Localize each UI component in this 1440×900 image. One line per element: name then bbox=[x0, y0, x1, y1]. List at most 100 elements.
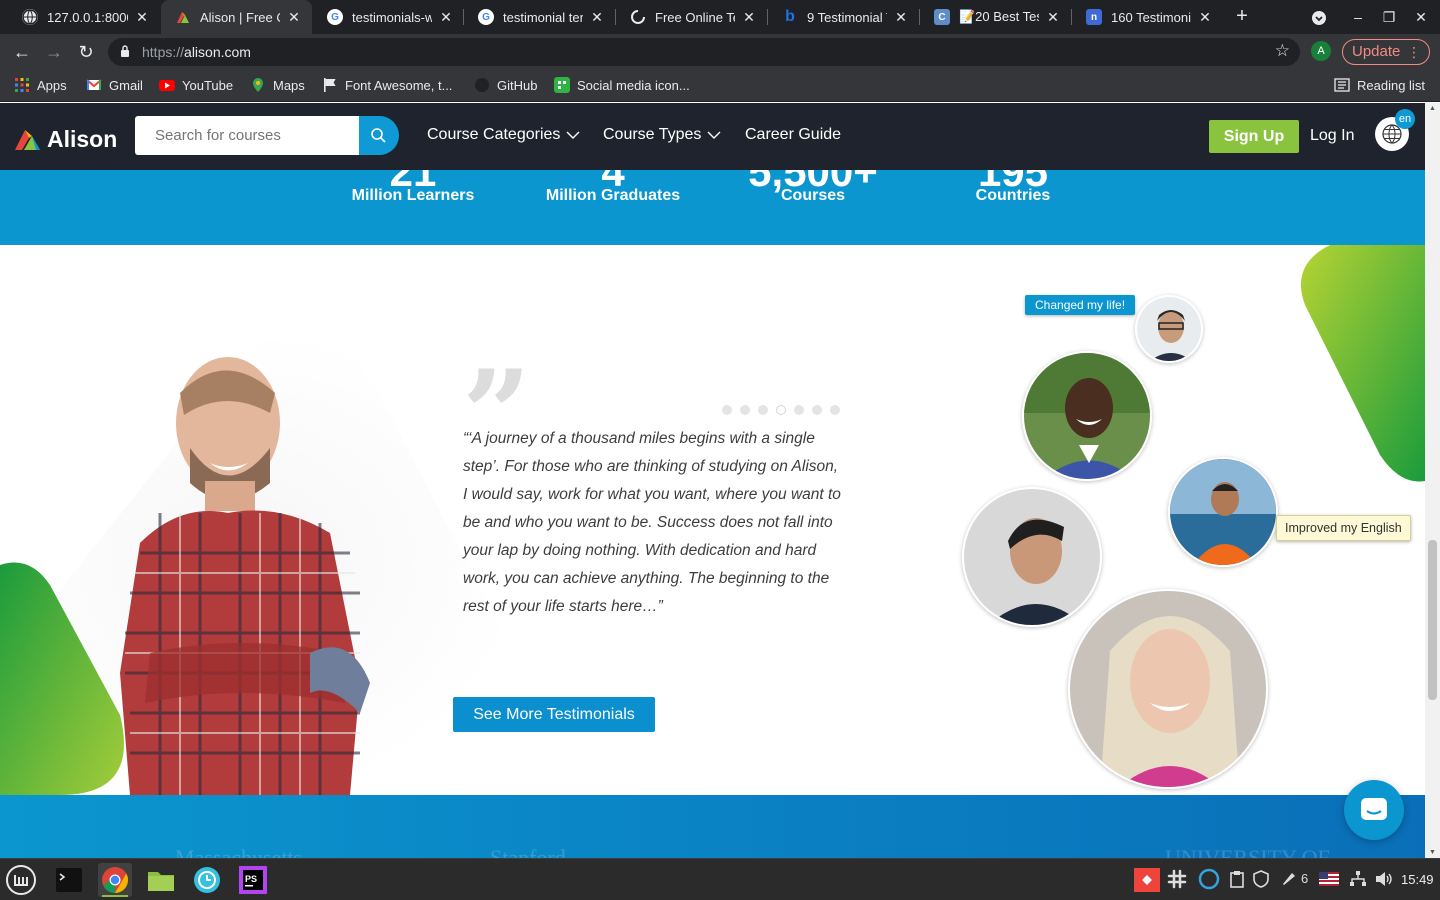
testimonial-avatar[interactable] bbox=[962, 487, 1102, 627]
update-button[interactable]: Update ⋮ bbox=[1342, 39, 1430, 65]
close-tab-icon[interactable]: ✕ bbox=[741, 9, 757, 26]
tab-title: testimonials-w bbox=[352, 9, 432, 25]
forward-icon[interactable]: → bbox=[42, 40, 66, 64]
volume-icon[interactable] bbox=[1374, 870, 1392, 891]
bookmark-gmail[interactable]: Gmail bbox=[86, 77, 143, 93]
chrome-icon[interactable] bbox=[98, 863, 132, 897]
stat-label: Courses bbox=[780, 187, 846, 204]
github-icon bbox=[475, 78, 489, 92]
terminal-icon[interactable] bbox=[52, 863, 86, 897]
nav-course-types[interactable]: Course Types bbox=[603, 126, 721, 144]
close-tab-icon[interactable]: ✕ bbox=[1045, 9, 1061, 26]
slack-icon[interactable] bbox=[1167, 869, 1187, 892]
browser-tab[interactable]: C 📝20 Best Test ✕ bbox=[920, 0, 1071, 34]
files-icon[interactable] bbox=[144, 863, 178, 897]
google-icon: G bbox=[478, 9, 494, 25]
search-icon bbox=[371, 128, 386, 143]
testimonial-avatar[interactable] bbox=[1135, 295, 1203, 363]
bookmark-label: Font Awesome, t... bbox=[345, 77, 453, 93]
language-selector[interactable]: en bbox=[1375, 109, 1415, 151]
carousel-dot-active[interactable] bbox=[776, 405, 786, 415]
reading-list-button[interactable]: Reading list bbox=[1334, 77, 1425, 93]
testimonial-avatar[interactable] bbox=[1168, 457, 1278, 567]
notifications-icon[interactable] bbox=[1280, 870, 1298, 891]
carousel-dot[interactable] bbox=[758, 405, 768, 415]
close-tab-icon[interactable]: ✕ bbox=[438, 9, 454, 26]
search-button[interactable] bbox=[359, 116, 399, 155]
close-window-icon[interactable]: ✕ bbox=[1406, 0, 1436, 34]
close-tab-icon[interactable]: ✕ bbox=[589, 9, 605, 26]
chat-icon bbox=[1361, 798, 1387, 820]
scroll-up-arrow[interactable]: ▲ bbox=[1428, 105, 1437, 112]
lock-icon bbox=[121, 45, 129, 57]
shield-icon[interactable] bbox=[1252, 870, 1270, 891]
bookmark-youtube[interactable]: YouTube bbox=[159, 77, 233, 93]
maps-icon bbox=[253, 78, 263, 92]
social-icon bbox=[554, 77, 570, 93]
phpstorm-icon[interactable]: PS bbox=[236, 863, 270, 897]
bookmark-star-icon[interactable]: ☆ bbox=[1275, 41, 1290, 61]
address-bar[interactable]: https://alison.com ☆ bbox=[108, 38, 1300, 66]
browser-tab[interactable]: Free Online Te ✕ bbox=[616, 0, 767, 34]
chevron-down-icon bbox=[707, 131, 721, 139]
page-scrollbar[interactable]: ▲ ▼ bbox=[1425, 103, 1440, 858]
bookmark-maps[interactable]: Maps bbox=[250, 77, 305, 93]
reload-icon[interactable]: ↻ bbox=[74, 40, 98, 64]
search-input[interactable] bbox=[135, 116, 359, 155]
close-tab-icon[interactable]: ✕ bbox=[893, 9, 909, 26]
site-header: Alison Course Categories Course Types Ca… bbox=[0, 103, 1425, 170]
chat-launcher-button[interactable] bbox=[1344, 780, 1404, 840]
carousel-dot[interactable] bbox=[830, 405, 840, 415]
tab-title: 160 Testimonia bbox=[1111, 9, 1191, 25]
bookmark-apps[interactable]: Apps bbox=[14, 77, 67, 93]
close-tab-icon[interactable]: ✕ bbox=[134, 9, 150, 26]
stat-label: Million Learners bbox=[351, 187, 475, 204]
minimize-icon[interactable]: – bbox=[1343, 0, 1373, 34]
clipboard-icon[interactable] bbox=[1229, 870, 1245, 891]
scrollbar-thumb[interactable] bbox=[1428, 540, 1437, 700]
carousel-dot[interactable] bbox=[812, 405, 822, 415]
restore-icon[interactable]: ❐ bbox=[1374, 0, 1404, 34]
browser-tab[interactable]: G testimonials-w ✕ bbox=[313, 0, 464, 34]
tab-search-icon[interactable] bbox=[1304, 0, 1334, 34]
testimonial-avatar[interactable] bbox=[1068, 589, 1268, 789]
quote-mark-icon: ” bbox=[462, 365, 531, 425]
b-icon: b bbox=[785, 8, 795, 25]
bookmark-label: YouTube bbox=[182, 77, 234, 93]
new-tab-icon[interactable]: + bbox=[1231, 5, 1253, 27]
anydesk-icon[interactable] bbox=[1134, 868, 1160, 895]
carousel-dot[interactable] bbox=[740, 405, 750, 415]
testimonial-avatar[interactable] bbox=[1022, 351, 1152, 481]
bookmark-social-media[interactable]: Social media icon... bbox=[554, 77, 690, 93]
bookmark-font-awesome[interactable]: Font Awesome, t... bbox=[322, 77, 452, 93]
browser-tab[interactable]: n 160 Testimonia ✕ bbox=[1072, 0, 1223, 34]
browser-tab[interactable]: G testimonial ter ✕ bbox=[464, 0, 615, 34]
tab-title: Alison | Free O bbox=[200, 9, 280, 25]
close-tab-icon[interactable]: ✕ bbox=[286, 9, 302, 26]
timeshift-tray-icon[interactable] bbox=[1198, 868, 1220, 893]
back-icon[interactable]: ← bbox=[10, 40, 34, 64]
nav-career-guide[interactable]: Career Guide bbox=[745, 126, 841, 144]
browser-tab[interactable]: b 9 Testimonial T ✕ bbox=[768, 0, 919, 34]
log-in-link[interactable]: Log In bbox=[1310, 127, 1354, 145]
bookmark-github[interactable]: GitHub bbox=[474, 77, 537, 93]
mint-menu-icon[interactable] bbox=[4, 863, 38, 897]
profile-avatar[interactable]: A bbox=[1311, 41, 1331, 61]
scroll-down-arrow[interactable]: ▼ bbox=[1428, 849, 1437, 856]
sign-up-button[interactable]: Sign Up bbox=[1209, 120, 1299, 153]
see-more-testimonials-button[interactable]: See More Testimonials bbox=[453, 697, 655, 732]
globe-icon bbox=[22, 9, 38, 25]
us-flag-icon[interactable] bbox=[1319, 872, 1339, 889]
browser-tab[interactable]: 127.0.0.1:8000 ✕ bbox=[8, 0, 160, 34]
timeshift-icon[interactable] bbox=[190, 863, 224, 897]
alison-logo[interactable]: Alison bbox=[15, 126, 117, 153]
google-icon: G bbox=[327, 9, 343, 25]
carousel-dot[interactable] bbox=[722, 405, 732, 415]
close-tab-icon[interactable]: ✕ bbox=[1197, 9, 1213, 26]
nav-course-categories[interactable]: Course Categories bbox=[427, 126, 580, 144]
carousel-dot[interactable] bbox=[794, 405, 804, 415]
url-host: alison.com bbox=[184, 44, 251, 60]
taskbar-clock[interactable]: 15:49 bbox=[1401, 872, 1434, 887]
network-icon[interactable] bbox=[1349, 870, 1367, 891]
browser-tab-active[interactable]: Alison | Free O ✕ bbox=[161, 0, 312, 34]
